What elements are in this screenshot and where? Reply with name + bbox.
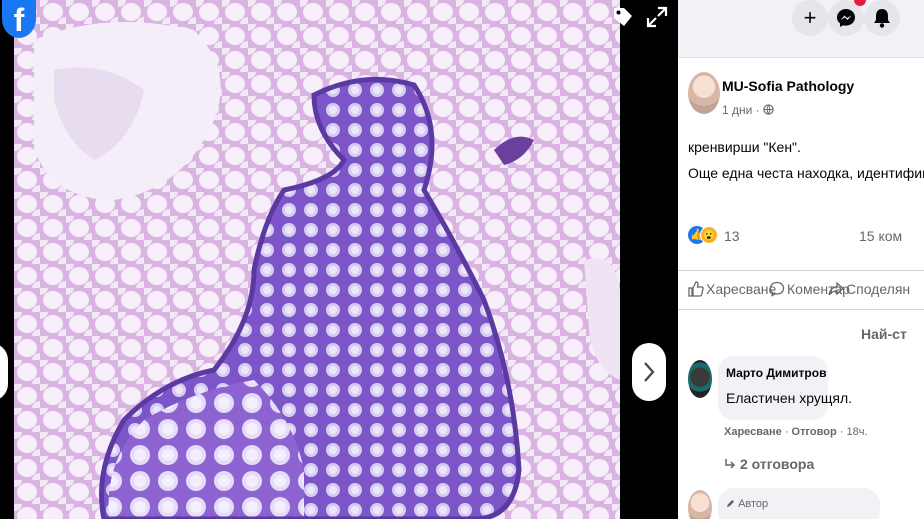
replies-label: 2 отговора bbox=[740, 456, 815, 472]
post-header: MU-Sofia Pathology 1 дни · bbox=[688, 72, 924, 126]
comment-text: Еластичен хрущял. bbox=[726, 390, 853, 406]
photo-viewer: f bbox=[0, 0, 678, 519]
post-text-line: кренвирши "Кен". bbox=[688, 139, 801, 155]
wow-reaction-icon: 😮 bbox=[700, 226, 718, 244]
author-badge-label: Автор bbox=[738, 498, 769, 510]
reply-arrow-icon bbox=[725, 459, 736, 469]
post-author-name[interactable]: MU-Sofia Pathology bbox=[722, 78, 854, 94]
messenger-button[interactable] bbox=[828, 0, 866, 36]
post-time[interactable]: 1 дни bbox=[722, 103, 752, 117]
facebook-logo[interactable]: f bbox=[2, 0, 36, 38]
comment-bubble: Марто Димитров Еластичен хрущял. bbox=[718, 356, 852, 420]
share-icon bbox=[828, 281, 844, 296]
author-badge: Автор bbox=[726, 498, 768, 510]
thumbs-up-icon bbox=[688, 281, 704, 297]
commenter-name[interactable]: Марто Димитров bbox=[726, 366, 826, 380]
messenger-icon bbox=[837, 9, 855, 27]
author-avatar[interactable] bbox=[688, 72, 720, 114]
like-button[interactable]: Харесване bbox=[688, 281, 776, 297]
histology-photo[interactable] bbox=[14, 0, 620, 519]
comment-reply-link[interactable]: Отговор bbox=[792, 426, 837, 438]
comments-sort-dropdown[interactable]: Най-ст bbox=[861, 326, 907, 342]
post-sidebar: + MU-Sofia Pathology 1 дни · кренвирши "… bbox=[678, 0, 924, 519]
post-text: кренвирши "Кен". Още една честа находка,… bbox=[688, 134, 924, 186]
next-photo-button[interactable] bbox=[632, 343, 666, 401]
create-button[interactable]: + bbox=[792, 0, 828, 36]
post-actions-bar: Харесване Коментар Споделян bbox=[678, 270, 924, 310]
reply-avatar[interactable] bbox=[688, 490, 712, 519]
reaction-count: 13 bbox=[724, 228, 740, 244]
comment-time[interactable]: 18ч. bbox=[846, 426, 867, 438]
comment-count[interactable]: 15 ком bbox=[859, 228, 902, 244]
notification-badge bbox=[854, 0, 866, 6]
reactions-summary[interactable]: 👍 😮 13 15 ком bbox=[688, 226, 924, 248]
notifications-button[interactable] bbox=[864, 0, 900, 36]
view-replies-link[interactable]: 2 отговора bbox=[724, 456, 814, 472]
comment-like-link[interactable]: Харесване bbox=[724, 426, 782, 438]
bell-icon bbox=[874, 9, 890, 28]
share-label: Споделян bbox=[846, 281, 911, 297]
globe-icon bbox=[763, 104, 774, 115]
commenter-avatar[interactable] bbox=[688, 360, 712, 398]
tag-icon[interactable] bbox=[612, 6, 634, 28]
comment-icon bbox=[769, 281, 785, 297]
top-actions-bar: + bbox=[678, 0, 924, 58]
pen-icon bbox=[726, 499, 735, 508]
reply-bubble: Автор bbox=[718, 488, 880, 519]
expand-icon[interactable] bbox=[646, 6, 668, 28]
post-meta: 1 дни · bbox=[722, 103, 774, 117]
previous-photo-button[interactable] bbox=[0, 343, 8, 401]
plus-icon: + bbox=[803, 5, 817, 30]
chevron-right-icon bbox=[644, 362, 655, 382]
like-label: Харесване bbox=[706, 281, 777, 297]
post-text-line: Още една честа находка, идентифицирай bbox=[688, 165, 924, 181]
share-button[interactable]: Споделян bbox=[828, 281, 910, 297]
comment-actions: Харесване · Отговор · 18ч. bbox=[724, 426, 868, 438]
